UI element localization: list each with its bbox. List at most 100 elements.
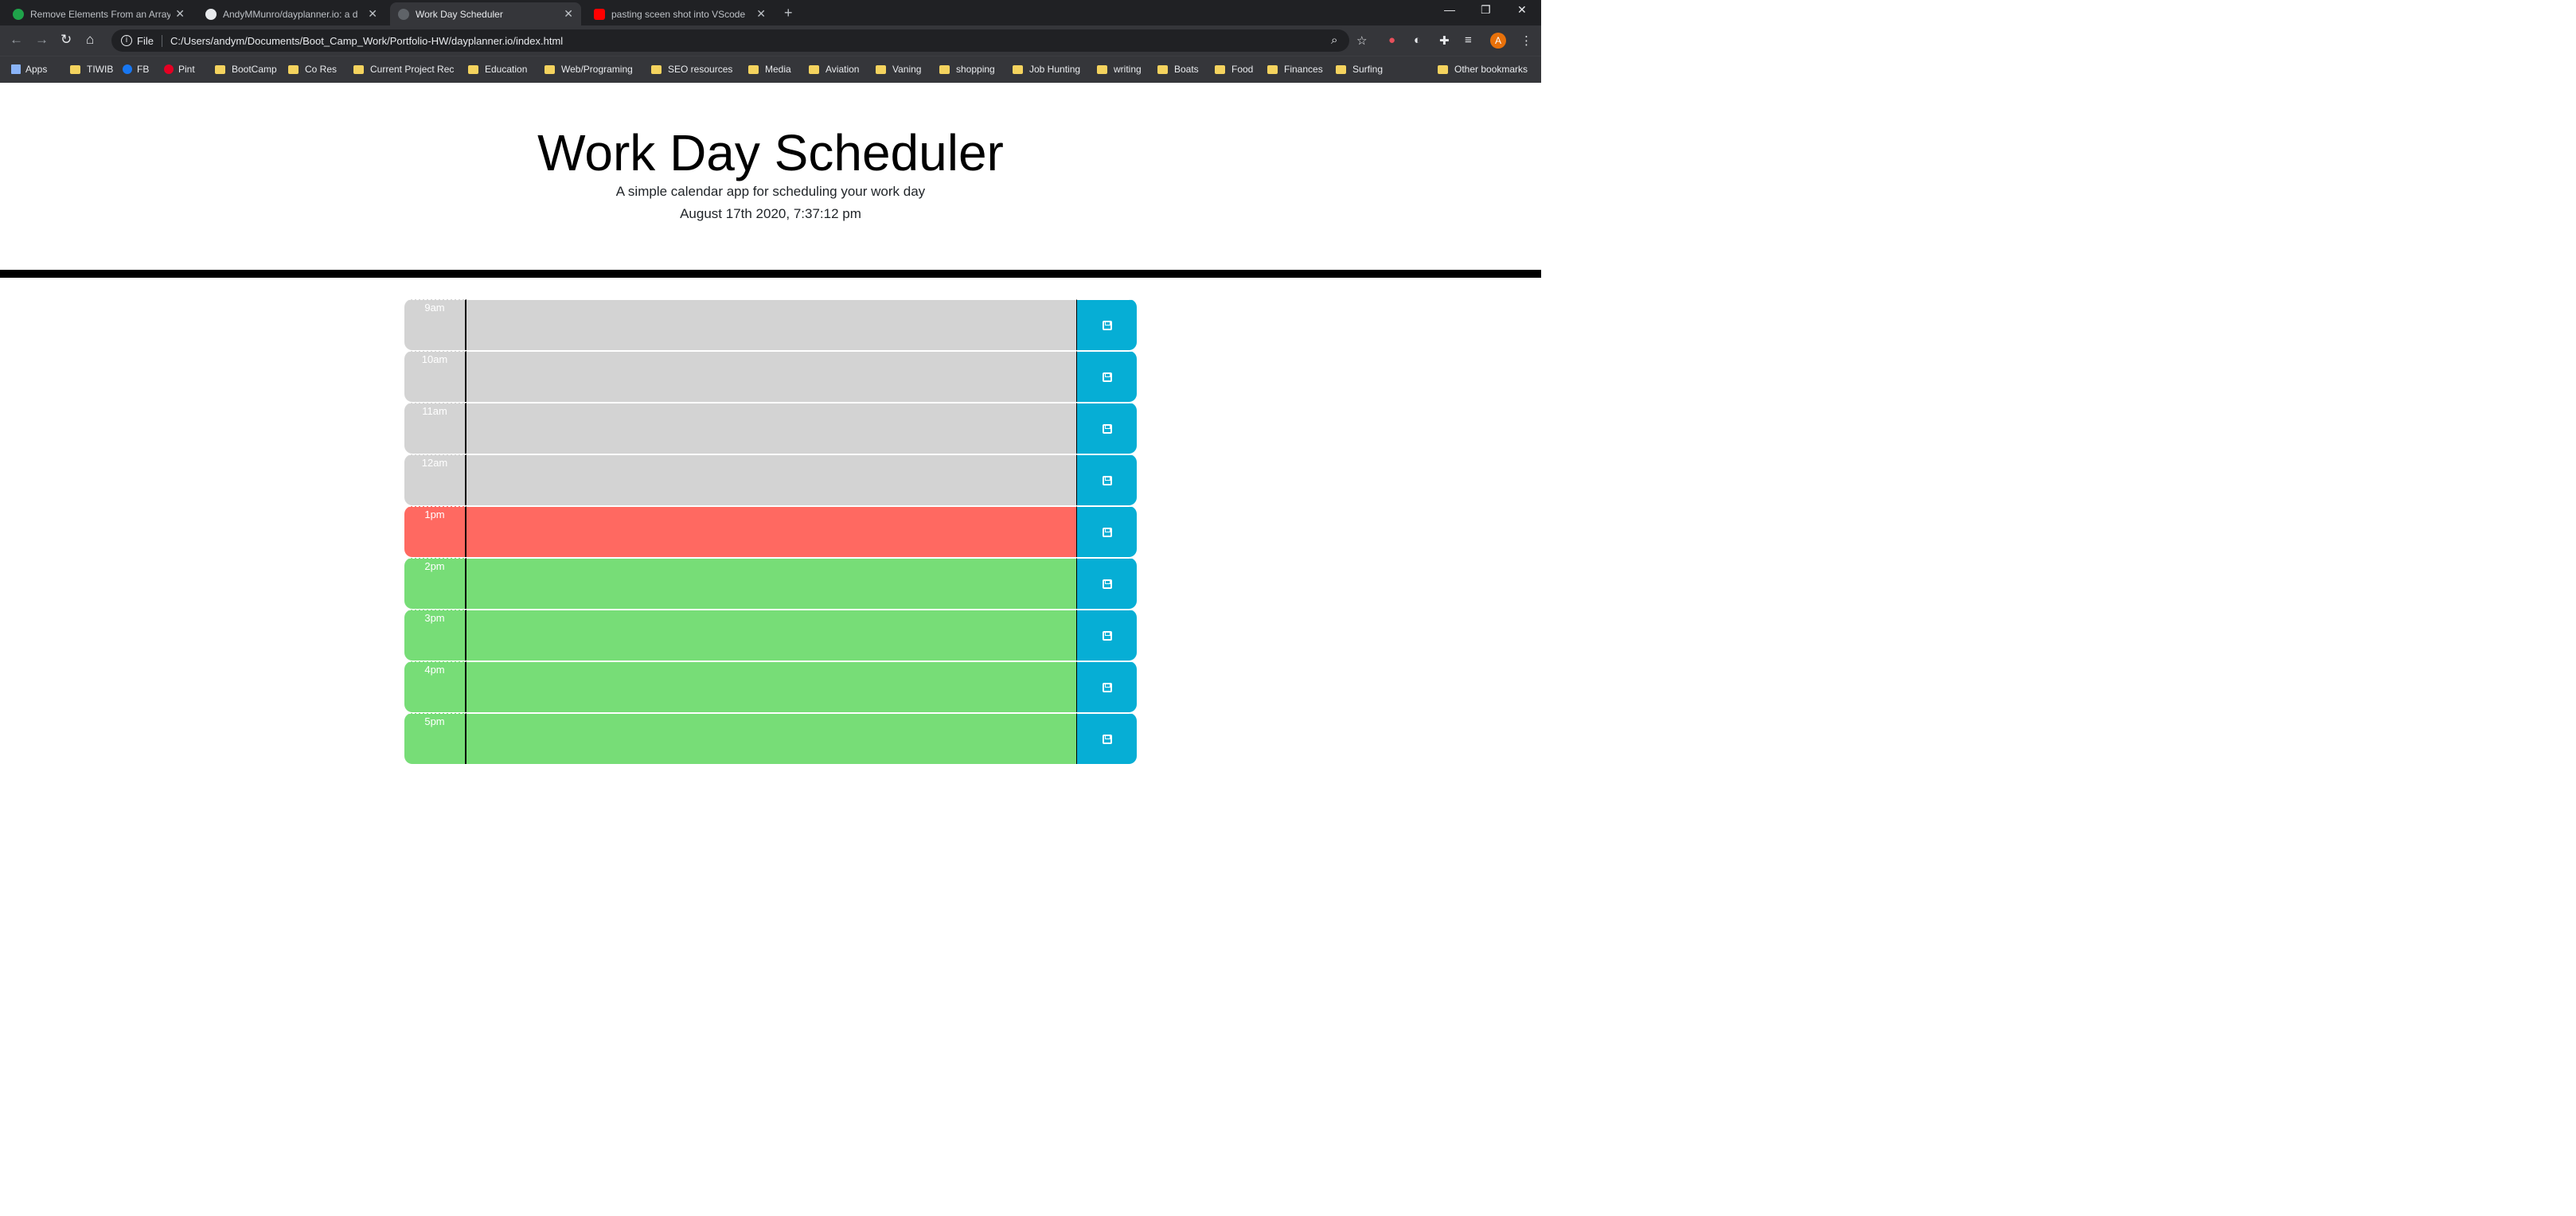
minimize-icon[interactable]: — — [1444, 3, 1455, 16]
bookmark-vaning[interactable]: Vaning — [876, 64, 921, 75]
bookmark-label: TIWIB — [87, 64, 114, 75]
bookmark-media[interactable]: Media — [748, 64, 791, 75]
save-button[interactable] — [1076, 661, 1137, 712]
close-tab-icon[interactable]: ✕ — [368, 7, 377, 21]
folder-icon — [748, 64, 759, 74]
save-button[interactable] — [1076, 506, 1137, 557]
home-icon[interactable]: ⌂ — [86, 32, 94, 48]
save-button[interactable] — [1076, 299, 1137, 350]
time-block: 5pm — [404, 713, 1137, 764]
hour-label: 5pm — [404, 713, 466, 764]
profile-avatar[interactable]: A — [1490, 33, 1506, 49]
event-textarea[interactable] — [466, 299, 1076, 350]
hour-label: 2pm — [404, 558, 466, 609]
bookmark-label: Apps — [25, 64, 48, 75]
save-button[interactable] — [1076, 713, 1137, 764]
time-block: 12am — [404, 454, 1137, 505]
info-icon[interactable]: i — [121, 35, 132, 46]
bookmark-job-hunting[interactable]: Job Hunting — [1013, 64, 1080, 75]
tab-remove-elements[interactable]: Remove Elements From an Array ✕ — [5, 2, 193, 25]
save-button[interactable] — [1076, 403, 1137, 454]
event-textarea[interactable] — [466, 403, 1076, 454]
event-textarea[interactable] — [466, 506, 1076, 557]
event-textarea[interactable] — [466, 713, 1076, 764]
reload-icon[interactable]: ↻ — [60, 32, 72, 48]
forward-icon[interactable]: → — [35, 32, 49, 48]
folder-icon — [1097, 64, 1107, 74]
zoom-icon[interactable]: ⌕ — [1331, 33, 1337, 47]
bookmark-boats[interactable]: Boats — [1157, 64, 1199, 75]
bookmark-web-programing[interactable]: Web/Programing — [544, 64, 633, 75]
bookmark-finances[interactable]: Finances — [1267, 64, 1323, 75]
folder-icon — [1157, 64, 1168, 74]
bookmark-seo[interactable]: SEO resources — [651, 64, 732, 75]
bookmark-surfing[interactable]: Surfing — [1336, 64, 1383, 75]
bookmark-shopping[interactable]: shopping — [939, 64, 995, 75]
bookmark-pint[interactable]: Pint — [164, 64, 195, 75]
folder-icon — [544, 64, 555, 74]
folder-icon — [1438, 64, 1448, 74]
github-icon — [205, 8, 217, 20]
globe-icon — [398, 8, 409, 20]
reading-list-icon[interactable]: ≡ — [1465, 33, 1472, 47]
save-button[interactable] — [1076, 351, 1137, 402]
time-block: 2pm — [404, 558, 1137, 609]
url-text[interactable]: C:/Users/andym/Documents/Boot_Camp_Work/… — [170, 35, 563, 47]
bookmark-fb[interactable]: FB — [123, 64, 149, 75]
save-button[interactable] — [1076, 454, 1137, 505]
floppy-disk-icon — [1102, 423, 1112, 434]
hour-label: 9am — [404, 299, 466, 350]
event-textarea[interactable] — [466, 661, 1076, 712]
close-tab-icon[interactable]: ✕ — [756, 7, 766, 21]
bookmark-label: Media — [765, 64, 791, 75]
bookmark-bootcamp[interactable]: BootCamp — [215, 64, 277, 75]
event-textarea[interactable] — [466, 454, 1076, 505]
menu-kebab-icon[interactable]: ⋮ — [1520, 33, 1532, 48]
back-icon[interactable]: ← — [10, 32, 23, 48]
bookmark-star-icon[interactable]: ☆ — [1356, 33, 1367, 48]
bookmark-label: Job Hunting — [1029, 64, 1081, 75]
jumbotron: Work Day Scheduler A simple calendar app… — [0, 84, 1541, 271]
time-block: 4pm — [404, 661, 1137, 712]
bookmark-tiwib[interactable]: TIWIB — [70, 64, 113, 75]
tab-title: Remove Elements From an Array — [30, 8, 171, 20]
bookmark-label: Vaning — [892, 64, 922, 75]
folder-icon — [1215, 64, 1225, 74]
event-textarea[interactable] — [466, 351, 1076, 402]
new-tab-icon[interactable]: + — [784, 5, 793, 21]
bookmark-other[interactable]: Other bookmarks — [1438, 64, 1528, 75]
tab-work-day-scheduler[interactable]: Work Day Scheduler ✕ — [390, 2, 581, 25]
save-button[interactable] — [1076, 558, 1137, 609]
event-textarea[interactable] — [466, 610, 1076, 661]
bookmark-co-res[interactable]: Co Res — [288, 64, 337, 75]
extension-circle-icon[interactable]: ◐ — [1414, 33, 1421, 47]
extension-record-icon[interactable]: ● — [1388, 33, 1395, 47]
event-textarea[interactable] — [466, 558, 1076, 609]
save-button[interactable] — [1076, 610, 1137, 661]
bookmark-writing[interactable]: writing — [1097, 64, 1142, 75]
bookmark-label: Food — [1231, 64, 1254, 75]
folder-icon — [70, 64, 80, 74]
close-tab-icon[interactable]: ✕ — [175, 7, 185, 21]
folder-icon — [353, 64, 364, 74]
bookmark-food[interactable]: Food — [1215, 64, 1253, 75]
floppy-disk-icon — [1102, 475, 1112, 485]
bookmark-apps[interactable]: Apps — [11, 64, 47, 75]
time-block: 9am — [404, 299, 1137, 350]
freecodecamp-icon — [13, 8, 24, 20]
address-bar[interactable]: i File C:/Users/andym/Documents/Boot_Cam… — [111, 29, 1349, 52]
close-tab-icon[interactable]: ✕ — [564, 7, 573, 21]
page-title: Work Day Scheduler — [537, 124, 1004, 181]
current-day: August 17th 2020, 7:37:12 pm — [680, 206, 861, 221]
close-window-icon[interactable]: ✕ — [1517, 3, 1527, 17]
folder-icon — [876, 64, 886, 74]
apps-grid-icon — [11, 64, 21, 74]
tab-youtube[interactable]: pasting sceen shot into VScode ✕ — [586, 2, 774, 25]
youtube-icon — [594, 8, 605, 20]
bookmark-aviation[interactable]: Aviation — [809, 64, 859, 75]
bookmark-current-project[interactable]: Current Project Rec — [353, 64, 454, 75]
bookmark-education[interactable]: Education — [468, 64, 527, 75]
extensions-puzzle-icon[interactable]: ✚ — [1439, 33, 1450, 48]
restore-icon[interactable]: ❐ — [1481, 3, 1491, 17]
tab-github[interactable]: AndyMMunro/dayplanner.io: a d ✕ — [197, 2, 385, 25]
